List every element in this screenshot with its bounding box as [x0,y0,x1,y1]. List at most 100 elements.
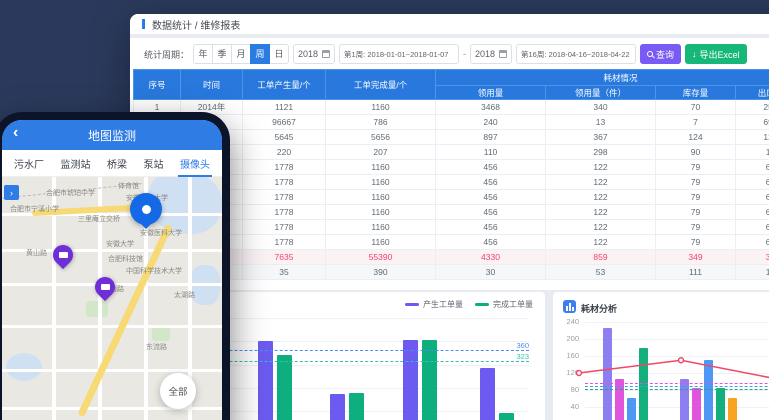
table-cell: 124 [656,130,736,145]
table-cell: 110 [436,145,546,160]
col-header-time: 时间 [181,70,243,100]
camera-icon [95,277,115,297]
page: 数据统计 / 维修报表 统计周期： 年 季 月 周 日 2018 第1周: 20… [0,0,769,420]
bar [615,379,624,420]
table-cell: 298 [546,145,656,160]
table-cell: 1160 [326,160,436,175]
period-label: 统计周期： [144,48,189,61]
table-cell: 79 [656,220,736,235]
start-year-select[interactable]: 2018 [293,44,335,64]
bar [403,340,418,420]
tab-sewage-plant[interactable]: 污水厂 [12,150,46,177]
end-week-field[interactable]: 第16周: 2018-04-16~2018-04-22 [516,44,636,64]
table-cell: 79 [656,235,736,250]
average-cell: 111 [656,265,736,280]
sub-header-4: 出库量 [736,86,769,100]
back-icon[interactable]: ‹ [13,124,18,142]
bar [349,393,364,420]
bar [480,368,495,420]
map-label: 安徽大学 [106,239,134,249]
col-header-completed: 工单完成量/个 [326,70,436,100]
table-cell: 1160 [326,205,436,220]
filter-bar: 统计周期： 年 季 月 周 日 2018 第1周: 2018-01-01~201… [144,43,747,65]
start-week-field[interactable]: 第1周: 2018-01-01~2018-01-07 [339,44,459,64]
camera-marker[interactable] [91,273,119,301]
map-road [2,407,222,410]
camera-marker[interactable] [49,241,77,269]
table-row[interactable]: 12014年11211160346834070250 [134,100,769,115]
table-cell: 1121 [243,100,326,115]
map-label: 中国科学技术大学 [126,266,182,276]
map-label: 东流路 [146,342,167,352]
selected-camera-marker[interactable] [130,193,162,225]
table-cell: 456 [436,220,546,235]
legend-swatch [405,303,419,306]
bar [627,398,636,420]
breadcrumb-bar: 数据统计 / 维修报表 [130,14,769,34]
table-cell: 79 [656,160,736,175]
map-view[interactable]: 合肥市宁溪小学 体育馆 安徽农业大学 合肥市琥珀中学 三里庵立交桥 安徽医科大学… [2,177,222,420]
sub-header-2: 领用量（件） [546,86,656,100]
table-cell: 1160 [326,235,436,250]
query-button[interactable]: 查询 [640,44,681,64]
table-cell: 90 [656,145,736,160]
legend-item-completed[interactable]: 完成工单量 [475,299,533,310]
legend-label: 产生工单量 [423,299,463,310]
table-cell: 207 [326,145,436,160]
breadcrumb: 数据统计 / 维修报表 [152,17,240,32]
phone-screen: ‹ 地图监测 污水厂 监测站 桥梁 泵站 摄像头 [2,120,222,420]
period-option-year[interactable]: 年 [193,44,213,64]
camera-icon [53,245,73,265]
table-cell: 240 [436,115,546,130]
period-option-month[interactable]: 月 [231,44,251,64]
reference-line [585,386,769,387]
bar [277,355,292,420]
table-cell: 3468 [436,100,546,115]
tab-camera[interactable]: 摄像头 [178,150,212,177]
table-cell: 250 [736,100,769,115]
table-cell: 786 [326,115,436,130]
bar [692,388,701,420]
legend-item-created[interactable]: 产生工单量 [405,299,463,310]
table-cell: 1778 [243,220,326,235]
period-option-quarter[interactable]: 季 [212,44,232,64]
table-cell: 456 [436,205,546,220]
consumables-chart: 耗材分析 2402001601208040 [553,292,769,420]
reference-line [585,383,769,384]
y-axis-tick: 160 [557,351,579,360]
total-cell: 7635 [243,250,326,265]
map-label: 黄山路 [26,248,47,258]
map-label: 太湖路 [174,290,195,300]
table-cell: 1778 [243,235,326,250]
phone-header: ‹ 地图监测 [2,120,222,150]
marker-tail [140,223,152,235]
phone-tab-bar: 污水厂 监测站 桥梁 泵站 摄像头 [2,150,222,177]
period-option-week[interactable]: 周 [250,44,270,64]
end-year-value: 2018 [475,49,495,59]
map-road [2,325,222,328]
expand-panel-button[interactable]: › [4,185,19,200]
end-year-select[interactable]: 2018 [470,44,512,64]
show-all-button[interactable]: 全部 [160,373,196,409]
y-axis-tick: 240 [557,317,579,326]
bar [603,328,612,420]
start-year-value: 2018 [298,49,318,59]
average-cell: 53 [546,265,656,280]
tab-bridge[interactable]: 桥梁 [105,150,129,177]
gridline [585,390,769,391]
y-axis-tick: 200 [557,334,579,343]
period-option-day[interactable]: 日 [269,44,289,64]
table-row[interactable]: 296667786240137690 [134,115,769,130]
tab-pump-station[interactable]: 泵站 [142,150,166,177]
table-cell: 5656 [326,130,436,145]
gridline [585,407,769,408]
table-cell: 1778 [243,160,326,175]
tab-monitor-station[interactable]: 监测站 [59,150,93,177]
bar [258,341,273,420]
legend-label: 完成工单量 [493,299,533,310]
range-separator: - [463,49,466,59]
phone-mockup: ‹ 地图监测 污水厂 监测站 桥梁 泵站 摄像头 [0,112,230,420]
sub-header-3: 库存量 [656,86,736,100]
table-cell: 456 [436,175,546,190]
export-excel-button[interactable]: ↓ 导出Excel [685,44,747,64]
